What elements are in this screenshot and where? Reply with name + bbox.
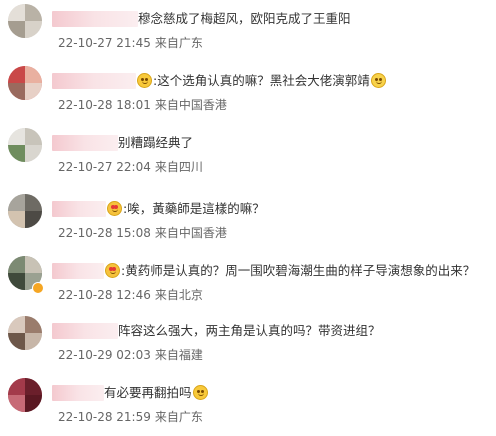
comment-meta: 22-10-28 21:59 来自广东 xyxy=(58,408,203,425)
avatar[interactable] xyxy=(8,316,42,350)
comment-source: 来自四川 xyxy=(154,160,203,174)
comment-meta: 22-10-27 21:45 来自广东 xyxy=(58,34,203,51)
comment-text: 阵容这么强大，两主角是认真的吗？带资进组？ xyxy=(118,323,381,338)
avatar[interactable] xyxy=(8,194,42,228)
comment-text: 穆念慈成了梅超风，欧阳克成了王重阳 xyxy=(138,11,351,26)
comment-meta: 22-10-28 12:46 来自北京 xyxy=(58,286,203,303)
comment-source: 来自福建 xyxy=(154,348,203,362)
avatar[interactable] xyxy=(8,378,42,412)
avatar[interactable] xyxy=(8,66,42,100)
comment-source: 来自中国香港 xyxy=(154,98,227,112)
smile-emoji-icon xyxy=(192,385,208,400)
comment-list: 穆念慈成了梅超风，欧阳克成了王重阳 22-10-27 21:45 来自广东 :这个… xyxy=(0,0,496,426)
avatar[interactable] xyxy=(8,4,42,38)
comment-item: :唉，黃藥師是這樣的嘛？ 22-10-28 15:08 来自中国香港 xyxy=(0,194,496,252)
comment-source: 来自中国香港 xyxy=(154,226,227,240)
username[interactable] xyxy=(52,323,118,339)
verified-badge-icon xyxy=(32,282,44,294)
username[interactable] xyxy=(52,135,118,151)
comment-time: 22-10-27 21:45 xyxy=(58,36,151,50)
comment-text: :唉，黃藥師是這樣的嘛？ xyxy=(123,201,265,216)
laughing-tears-emoji-icon xyxy=(370,73,386,88)
comment-text: 有必要再翻拍吗 xyxy=(104,385,192,400)
comment-item: :这个选角认真的嘛？黑社会大佬演郭靖 22-10-28 18:01 来自中国香港 xyxy=(0,66,496,124)
smile-emoji-icon xyxy=(137,73,152,88)
comment-time: 22-10-27 22:04 xyxy=(58,160,151,174)
username[interactable] xyxy=(52,385,104,401)
comment-text: :这个选角认真的嘛？黑社会大佬演郭靖 xyxy=(153,73,370,88)
comment-meta: 22-10-28 18:01 来自中国香港 xyxy=(58,96,227,113)
comment-meta: 22-10-27 22:04 来自四川 xyxy=(58,158,203,175)
comment-item: 有必要再翻拍吗 22-10-28 21:59 来自广东 xyxy=(0,378,496,436)
comment-time: 22-10-29 02:03 xyxy=(58,348,151,362)
comment-text: 别糟蹋经典了 xyxy=(118,135,194,150)
comment-item: :黄药师是认真的？周一围吹碧海潮生曲的样子导演想象的出来？ 22-10-28 1… xyxy=(0,256,496,314)
comment-item: 阵容这么强大，两主角是认真的吗？带资进组？ 22-10-29 02:03 来自福建 xyxy=(0,316,496,374)
avatar[interactable] xyxy=(8,128,42,162)
comment-time: 22-10-28 15:08 xyxy=(58,226,151,240)
username[interactable] xyxy=(52,73,136,89)
comment-source: 来自广东 xyxy=(154,36,203,50)
comment-time: 22-10-28 21:59 xyxy=(58,410,151,424)
heart-eyes-emoji-icon xyxy=(107,201,122,216)
comment-time: 22-10-28 18:01 xyxy=(58,98,151,112)
comment-meta: 22-10-29 02:03 来自福建 xyxy=(58,346,203,363)
username[interactable] xyxy=(52,201,106,217)
comment-meta: 22-10-28 15:08 来自中国香港 xyxy=(58,224,227,241)
username[interactable] xyxy=(52,263,104,279)
username[interactable] xyxy=(52,11,138,27)
comment-source: 来自北京 xyxy=(154,288,203,302)
comment-item: 别糟蹋经典了 22-10-27 22:04 来自四川 xyxy=(0,128,496,186)
comment-time: 22-10-28 12:46 xyxy=(58,288,151,302)
comment-item: 穆念慈成了梅超风，欧阳克成了王重阳 22-10-27 21:45 来自广东 xyxy=(0,4,496,62)
comment-source: 来自广东 xyxy=(154,410,203,424)
comment-text: :黄药师是认真的？周一围吹碧海潮生曲的样子导演想象的出来？ xyxy=(121,263,476,278)
heart-eyes-emoji-icon xyxy=(105,263,120,278)
